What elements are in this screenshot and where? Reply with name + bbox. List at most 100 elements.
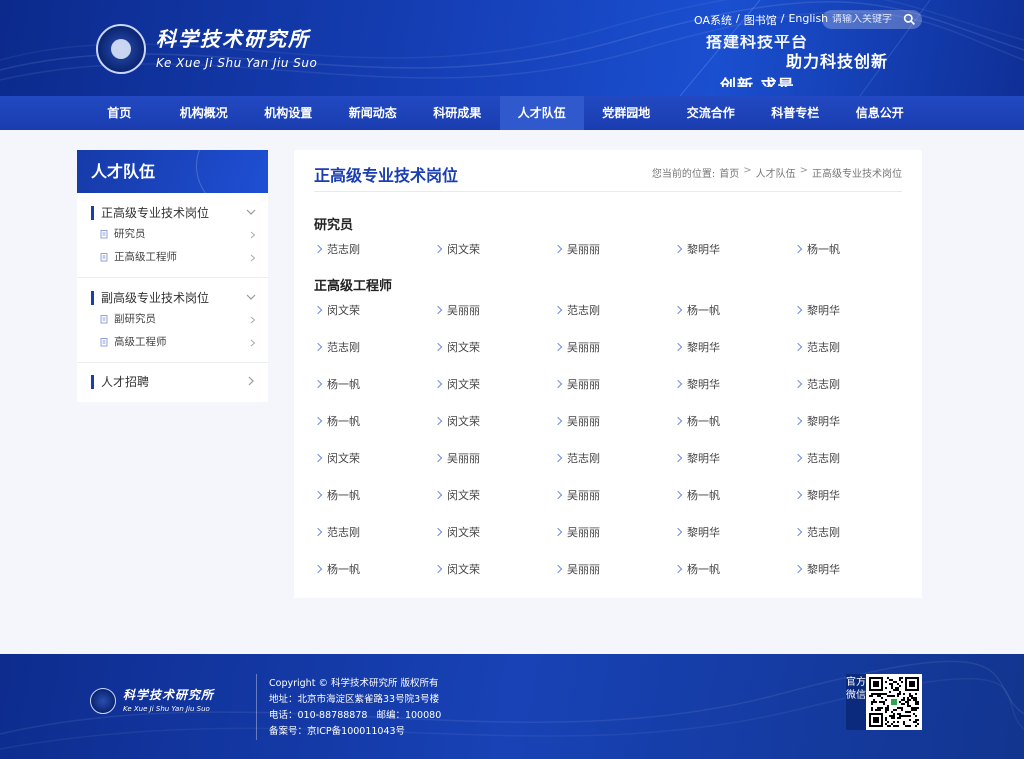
name-row: 闵文荣 吴丽丽 范志刚 杨一帆 黎明华 xyxy=(314,304,914,341)
sidebar-subitem-associate-researcher[interactable]: 副研究员 xyxy=(77,308,268,331)
main-content: 正高级专业技术岗位 您当前的位置: 首页 > 人才队伍 > 正高级专业技术岗位 … xyxy=(294,150,922,598)
staff-name-link[interactable]: 范志刚 xyxy=(794,526,914,563)
sidebar-subitem-senior-engineer[interactable]: 正高级工程师 xyxy=(77,246,268,269)
staff-name-link[interactable]: 杨一帆 xyxy=(794,243,914,280)
nav-item-popular-science[interactable]: 科普专栏 xyxy=(753,96,838,130)
staff-name-link[interactable]: 杨一帆 xyxy=(674,489,794,526)
staff-name-link[interactable]: 范志刚 xyxy=(554,452,674,489)
staff-name-link[interactable]: 范志刚 xyxy=(794,378,914,415)
staff-name-link[interactable]: 闵文荣 xyxy=(434,489,554,526)
staff-name-link[interactable]: 黎明华 xyxy=(674,341,794,378)
search-box xyxy=(822,10,922,29)
staff-name-link[interactable]: 杨一帆 xyxy=(314,489,434,526)
name-row: 范志刚 闵文荣 吴丽丽 黎明华 范志刚 xyxy=(314,526,914,563)
sidebar: 人才队伍 正高级专业技术岗位 研究员 正高级工程师 副高级专业技术岗位 副研究员… xyxy=(77,150,268,402)
chevron-right-icon xyxy=(250,316,256,324)
staff-name-link[interactable]: 闵文荣 xyxy=(434,341,554,378)
sidebar-item-associate-positions[interactable]: 副高级专业技术岗位 xyxy=(77,288,268,308)
staff-name-link[interactable]: 闵文荣 xyxy=(314,304,434,341)
sidebar-title: 人才队伍 xyxy=(77,150,268,193)
staff-name-link[interactable]: 闵文荣 xyxy=(314,452,434,489)
staff-name-link[interactable]: 吴丽丽 xyxy=(554,563,674,600)
staff-name-link[interactable]: 范志刚 xyxy=(554,304,674,341)
staff-name-link[interactable]: 黎明华 xyxy=(674,378,794,415)
staff-name-link[interactable]: 闵文荣 xyxy=(434,378,554,415)
footer-logo[interactable]: 科学技术研究所 Ke Xue Ji Shu Yan Jiu Suo xyxy=(90,688,214,714)
staff-name-link[interactable]: 黎明华 xyxy=(794,415,914,452)
staff-name-link[interactable]: 吴丽丽 xyxy=(554,243,674,280)
nav-item-party[interactable]: 党群园地 xyxy=(584,96,669,130)
breadcrumb: 您当前的位置: 首页 > 人才队伍 > 正高级专业技术岗位 xyxy=(652,165,902,180)
nav-item-disclosure[interactable]: 信息公开 xyxy=(838,96,923,130)
nav-item-exchange[interactable]: 交流合作 xyxy=(669,96,754,130)
link-separator: / xyxy=(736,12,740,25)
emblem-icon xyxy=(90,688,116,714)
footer-contact: 电话：010-88788878 邮编：100080 xyxy=(269,710,442,721)
search-icon[interactable] xyxy=(903,13,916,26)
sidebar-group: 人才招聘 xyxy=(77,363,268,402)
staff-name-link[interactable]: 黎明华 xyxy=(674,452,794,489)
nav-item-home[interactable]: 首页 xyxy=(77,96,162,130)
staff-name-link[interactable]: 黎明华 xyxy=(674,526,794,563)
engineer-list: 闵文荣 吴丽丽 范志刚 杨一帆 黎明华 范志刚 闵文荣 吴丽丽 黎明华 范志刚 杨一帆 闵文荣 吴丽丽黎… xyxy=(314,304,914,600)
staff-name-link[interactable]: 吴丽丽 xyxy=(554,415,674,452)
staff-name-link[interactable]: 闵文荣 xyxy=(434,415,554,452)
nav-item-news[interactable]: 新闻动态 xyxy=(331,96,416,130)
staff-name-link[interactable]: 吴丽丽 xyxy=(554,378,674,415)
staff-name-link[interactable]: 闵文荣 xyxy=(434,563,554,600)
sidebar-item-senior-positions[interactable]: 正高级专业技术岗位 xyxy=(77,203,268,223)
staff-name-link[interactable]: 杨一帆 xyxy=(314,563,434,600)
staff-name-link[interactable]: 杨一帆 xyxy=(674,415,794,452)
footer-icp[interactable]: 备案号：京ICP备100011043号 xyxy=(269,724,441,740)
logo-title-cn: 科学技术研究所 xyxy=(156,27,310,51)
staff-name-link[interactable]: 范志刚 xyxy=(314,526,434,563)
staff-name-link[interactable]: 杨一帆 xyxy=(314,378,434,415)
document-icon xyxy=(100,338,108,347)
library-link[interactable]: 图书馆 xyxy=(744,12,777,28)
staff-name-link[interactable]: 杨一帆 xyxy=(314,415,434,452)
logo-title-en: Ke Xue Ji Shu Yan Jiu Suo xyxy=(156,56,318,70)
staff-name-link[interactable]: 范志刚 xyxy=(794,341,914,378)
staff-name-link[interactable]: 吴丽丽 xyxy=(554,341,674,378)
nav-item-about[interactable]: 机构概况 xyxy=(162,96,247,130)
staff-name-link[interactable]: 黎明华 xyxy=(794,304,914,341)
nav-item-departments[interactable]: 机构设置 xyxy=(246,96,331,130)
staff-name-link[interactable]: 杨一帆 xyxy=(674,563,794,600)
site-logo[interactable]: 科学技术研究所 Ke Xue Ji Shu Yan Jiu Suo xyxy=(96,24,317,74)
site-header: 科学技术研究所 Ke Xue Ji Shu Yan Jiu Suo OA系统 /… xyxy=(0,0,1024,96)
name-row: 范志刚 闵文荣 吴丽丽 黎明华 范志刚 xyxy=(314,341,914,378)
sidebar-subitem-label: 正高级工程师 xyxy=(114,251,177,263)
nav-item-talent[interactable]: 人才队伍 xyxy=(499,96,584,130)
sidebar-subitem-label: 高级工程师 xyxy=(114,336,167,348)
top-links: OA系统 / 图书馆 / English xyxy=(694,12,828,28)
sidebar-subitem-researcher[interactable]: 研究员 xyxy=(77,223,268,246)
staff-name-link[interactable]: 闵文荣 xyxy=(434,526,554,563)
breadcrumb-home[interactable]: 首页 xyxy=(719,165,739,180)
staff-name-link[interactable]: 闵文荣 xyxy=(434,243,554,280)
researcher-list: 范志刚 闵文荣 吴丽丽 黎明华 杨一帆 xyxy=(314,243,914,280)
staff-name-link[interactable]: 黎明华 xyxy=(674,243,794,280)
staff-name-link[interactable]: 吴丽丽 xyxy=(434,452,554,489)
sidebar-subitem-engineer[interactable]: 高级工程师 xyxy=(77,331,268,354)
staff-name-link[interactable]: 杨一帆 xyxy=(674,304,794,341)
search-input[interactable] xyxy=(832,14,896,25)
chevron-down-icon xyxy=(246,294,256,300)
qr-code-pattern xyxy=(869,677,919,727)
nav-item-research[interactable]: 科研成果 xyxy=(415,96,500,130)
staff-name-link[interactable]: 吴丽丽 xyxy=(554,489,674,526)
name-row: 闵文荣 吴丽丽 范志刚 黎明华 范志刚 xyxy=(314,452,914,489)
sidebar-item-label: 人才招聘 xyxy=(101,375,150,389)
name-row: 杨一帆 闵文荣 吴丽丽 黎明华 范志刚 xyxy=(314,378,914,415)
staff-name-link[interactable]: 黎明华 xyxy=(794,563,914,600)
sidebar-item-recruitment[interactable]: 人才招聘 xyxy=(77,372,268,392)
staff-name-link[interactable]: 吴丽丽 xyxy=(434,304,554,341)
emblem-icon xyxy=(96,24,146,74)
staff-name-link[interactable]: 范志刚 xyxy=(314,341,434,378)
sidebar-group: 正高级专业技术岗位 研究员 正高级工程师 xyxy=(77,193,268,278)
chevron-right-icon xyxy=(248,376,254,386)
oa-link[interactable]: OA系统 xyxy=(694,12,732,28)
staff-name-link[interactable]: 范志刚 xyxy=(794,452,914,489)
staff-name-link[interactable]: 吴丽丽 xyxy=(554,526,674,563)
breadcrumb-talent[interactable]: 人才队伍 xyxy=(756,165,796,180)
staff-name-link[interactable]: 黎明华 xyxy=(794,489,914,526)
